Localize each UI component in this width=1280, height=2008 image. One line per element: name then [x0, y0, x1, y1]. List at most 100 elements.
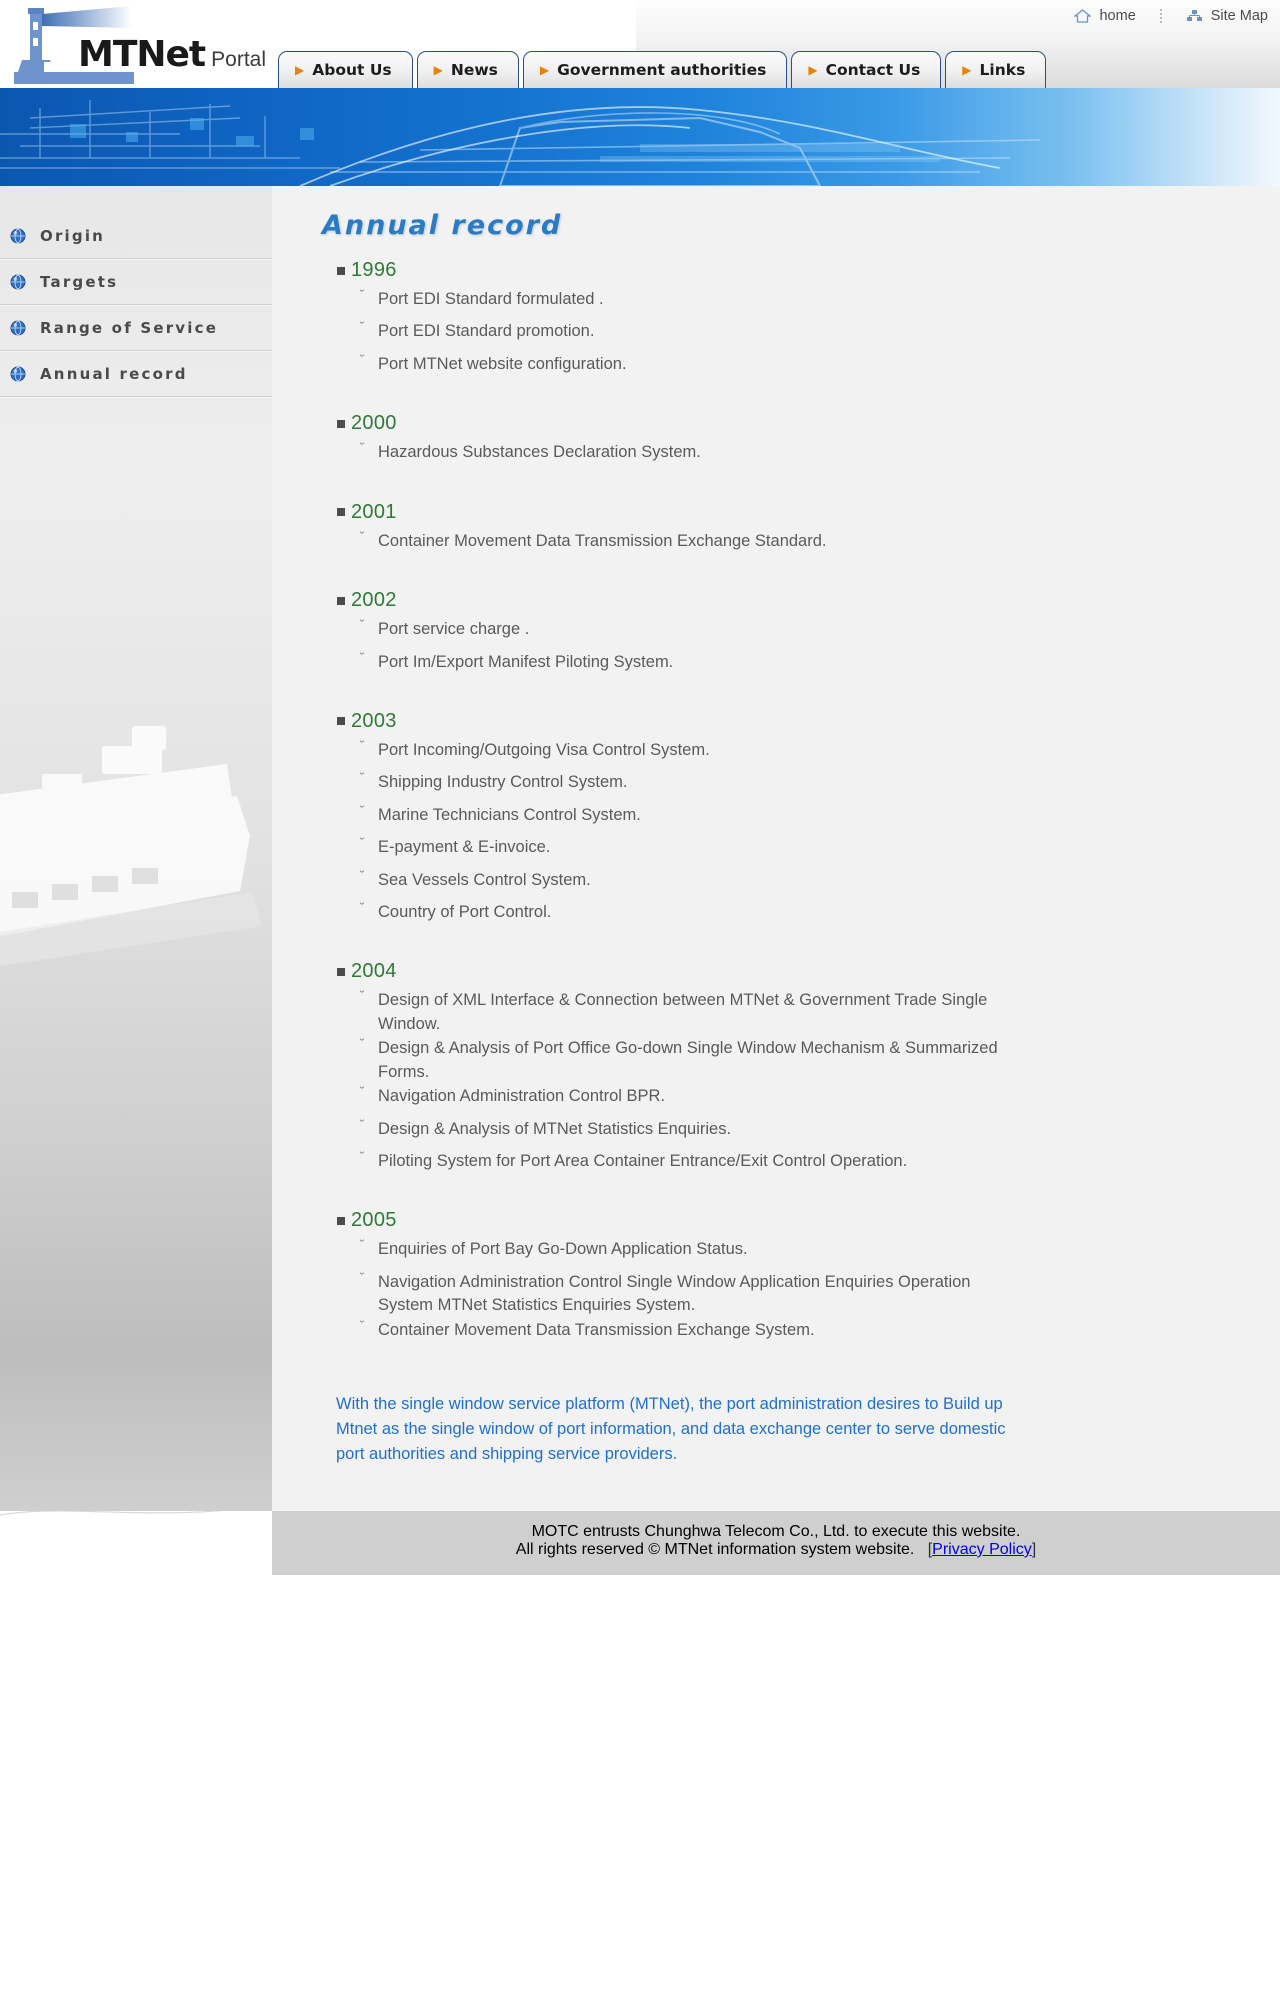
chevron-down-icon: ˘	[360, 1116, 365, 1132]
square-bullet-icon	[337, 1216, 345, 1225]
year-heading: 1996	[337, 259, 1244, 282]
list-item: ˘ Shipping Industry Control System.	[312, 770, 1012, 794]
square-bullet-icon	[337, 419, 345, 428]
sidebar-item-annual-record[interactable]: Annual record	[0, 351, 272, 397]
list-item-text: Container Movement Data Transmission Exc…	[378, 531, 827, 550]
list-item: ˘ Sea Vessels Control System.	[312, 867, 1012, 892]
list-item-text: Country of Port Control.	[378, 903, 552, 922]
footer-text-area: MOTC entrusts Chunghwa Telecom Co., Ltd.…	[272, 1511, 1280, 1575]
list-item-text: Hazardous Substances Declaration System.	[378, 443, 701, 462]
square-bullet-icon	[337, 596, 345, 605]
list-item: ˘ Marine Technicians Control System.	[312, 803, 1012, 827]
year-items: ˘ Port Incoming/Outgoing Visa Control Sys…	[312, 737, 1244, 925]
globe-icon	[10, 228, 26, 243]
year-label: 1996	[351, 259, 397, 281]
site-header: MTNet Portal home Site Map ▶ About Us ▶ …	[0, 0, 1280, 88]
sitemap-link-label: Site Map	[1210, 8, 1268, 24]
chevron-down-icon: ˘	[360, 835, 365, 851]
site-logo[interactable]: MTNet Portal	[8, 4, 288, 84]
list-item: ˘ Hazardous Substances Declaration System…	[312, 440, 1012, 464]
sidebar-menu: Origin Targets Range of Service Annual r…	[0, 186, 272, 397]
globe-icon	[10, 320, 26, 335]
sidebar-item-origin[interactable]: Origin	[0, 213, 272, 259]
chevron-down-icon: ˘	[360, 440, 365, 456]
list-item-text: Navigation Administration Control Single…	[378, 1272, 971, 1315]
chevron-down-icon: ˘	[360, 1036, 365, 1052]
list-item-text: Design & Analysis of Port Office Go-down…	[378, 1039, 998, 1081]
year-label: 2002	[351, 589, 397, 612]
footer-left-decoration	[0, 1511, 272, 1575]
nav-tab-government-authorities[interactable]: ▶ Government authorities	[522, 51, 788, 88]
list-item-text: Port MTNet website configuration.	[378, 354, 627, 373]
chevron-down-icon: ˘	[360, 617, 365, 633]
chevron-down-icon: ˘	[360, 770, 365, 786]
footer-copyright-text: All rights reserved © MTNet information …	[515, 1541, 915, 1558]
privacy-bracket-close: ]	[1031, 1541, 1037, 1558]
brand-main: MTNet	[78, 34, 206, 75]
year-heading: 2002	[337, 589, 1244, 612]
year-heading: 2000	[337, 412, 1244, 435]
sitemap-icon	[1186, 10, 1202, 21]
year-block-2004: 2004 ˘ Design of XML Interface & Connecti…	[312, 960, 1244, 1173]
globe-icon	[10, 366, 26, 381]
year-label: 2005	[351, 1209, 397, 1232]
arrow-right-icon: ▶	[962, 63, 972, 77]
square-bullet-icon	[337, 967, 345, 976]
list-item: ˘ Enquiries of Port Bay Go-Down Applicati…	[312, 1237, 1012, 1261]
main-content: Annual record 1996 ˘ Port EDI Standard fo…	[272, 186, 1280, 1511]
list-item: ˘ Port Im/Export Manifest Piloting System…	[312, 650, 1012, 674]
list-item-text: Enquiries of Port Bay Go-Down Applicatio…	[378, 1240, 748, 1259]
nav-tab-about-us[interactable]: ▶ About Us	[278, 51, 413, 88]
sitemap-link[interactable]: Site Map	[1186, 8, 1268, 24]
chevron-down-icon: ˘	[360, 1084, 365, 1100]
sidebar-item-range-of-service[interactable]: Range of Service	[0, 305, 272, 351]
list-item-text: Shipping Industry Control System.	[378, 773, 628, 792]
year-heading: 2004	[337, 960, 1244, 983]
privacy-policy-link[interactable]: Privacy Policy	[932, 1541, 1032, 1558]
port-illustration	[0, 100, 1041, 186]
list-item-text: Sea Vessels Control System.	[378, 870, 591, 889]
nav-tab-news[interactable]: ▶ News	[416, 51, 519, 88]
chevron-down-icon: ˘	[360, 1269, 365, 1285]
year-items: ˘ Enquiries of Port Bay Go-Down Applicati…	[312, 1237, 1244, 1342]
square-bullet-icon	[337, 717, 345, 726]
utility-divider	[1159, 9, 1162, 23]
list-item: ˘ Container Movement Data Transmission Ex…	[312, 529, 1012, 553]
square-bullet-icon	[337, 266, 345, 275]
year-label: 2001	[351, 500, 397, 523]
ship-watermark-icon	[0, 726, 262, 967]
square-bullet-icon	[337, 508, 345, 517]
list-item: ˘ Design & Analysis of MTNet Statistics E…	[312, 1116, 1012, 1141]
utility-links: home Site Map	[1074, 8, 1268, 24]
chevron-down-icon: ˘	[360, 1149, 365, 1165]
sidebar-item-label: Range of Service	[40, 318, 219, 337]
home-link-label: home	[1099, 8, 1136, 24]
year-block-2000: 2000 ˘ Hazardous Substances Declaration S…	[312, 412, 1244, 464]
arrow-right-icon: ▶	[808, 63, 818, 77]
list-item: ˘ Port MTNet website configuration.	[312, 352, 1012, 376]
list-item: ˘ Navigation Administration Control BPR.	[312, 1084, 1012, 1108]
sidebar-item-targets[interactable]: Targets	[0, 259, 272, 305]
home-link[interactable]: home	[1074, 8, 1136, 24]
sidebar: Origin Targets Range of Service Annual r…	[0, 186, 272, 1511]
chevron-down-icon: ˘	[360, 867, 365, 883]
list-item: ˘ Port Incoming/Outgoing Visa Control Sys…	[312, 737, 1012, 762]
chevron-down-icon: ˘	[360, 737, 365, 753]
nav-tab-label: Contact Us	[825, 61, 921, 79]
nav-tab-contact-us[interactable]: ▶ Contact Us	[791, 51, 942, 88]
list-item-text: Piloting System for Port Area Container …	[378, 1152, 908, 1171]
wave-decoration-icon	[0, 1511, 272, 1575]
nav-tab-label: Government authorities	[557, 61, 767, 79]
list-item: ˘ Navigation Administration Control Singl…	[312, 1269, 1012, 1318]
list-item: ˘ Design & Analysis of Port Office Go-dow…	[312, 1036, 1012, 1084]
main-navigation: ▶ About Us ▶ News ▶ Government authoriti…	[278, 46, 1047, 88]
list-item-text: E-payment & E-invoice.	[378, 838, 551, 857]
closing-paragraph: With the single window service platform …	[336, 1395, 1006, 1463]
brand-wordmark: MTNet Portal	[78, 34, 266, 75]
sidebar-item-label: Annual record	[40, 364, 188, 383]
year-items: ˘ Hazardous Substances Declaration System…	[312, 440, 1244, 464]
nav-tab-label: News	[450, 61, 498, 79]
list-item-text: Port Incoming/Outgoing Visa Control Syst…	[378, 740, 710, 759]
year-block-2002: 2002 ˘ Port service charge . ˘ Port Im/Exp…	[312, 589, 1244, 674]
nav-tab-links[interactable]: ▶ Links	[945, 51, 1047, 88]
